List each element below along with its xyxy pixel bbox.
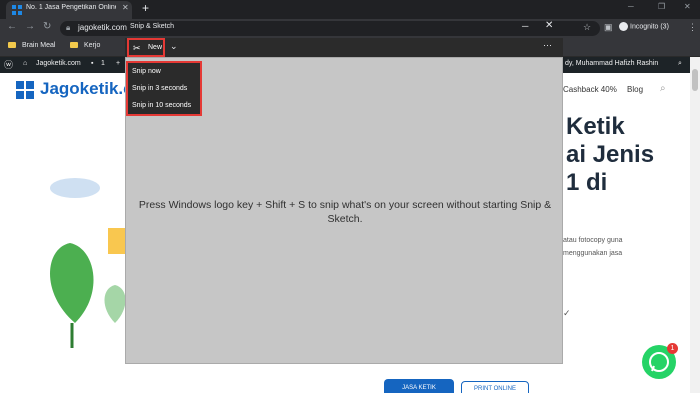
hero-line-1: Ketik [566,113,625,140]
snip-dropdown-menu: Snip now Snip in 3 seconds Snip in 10 se… [126,61,202,116]
comment-icon: ▪ [91,60,94,67]
bookmark-folder-icon [8,42,19,49]
tab-title: No. 1 Jasa Pengetikan Online M... [26,4,116,11]
incognito-icon [619,22,628,31]
side-panel-icon[interactable]: ▣ [604,22,613,33]
wp-site-name[interactable]: Jagoketik.com [36,60,81,67]
hero-subtext-1: atau fotocopy guna [563,237,623,244]
bookmark-star-icon[interactable]: ☆ [583,22,591,33]
browser-tab[interactable]: No. 1 Jasa Pengetikan Online M... ✕ [6,1,132,19]
reload-icon[interactable]: ↻ [43,21,51,32]
scrollbar-thumb[interactable] [692,69,698,91]
hero-subtext-2: menggunakan jasa [563,250,623,257]
incognito-label: Incognito (3) [630,23,669,31]
url-text: jagoketik.com [78,23,127,32]
incognito-indicator[interactable]: Incognito (3) [619,22,669,31]
wp-new-icon[interactable]: + [116,60,120,67]
snip-minimize-icon[interactable]: ─ [522,21,528,31]
lock-icon: 🔒︎ [66,23,71,32]
window-minimize-icon[interactable]: ─ [628,2,634,11]
back-arrow-icon[interactable]: ← [7,21,17,32]
snip-window-title: Snip & Sketch [130,23,174,30]
chevron-down-icon[interactable]: ⌄ [170,41,178,52]
hero-line-3: 1 di [566,169,608,196]
snip-close-icon[interactable]: ✕ [545,20,553,31]
snip-toolbar: ✂ New ⌄ ⋯ [125,38,563,57]
menu-cashback[interactable]: Cashback 40% [563,85,617,94]
snip-hint-text: Press Windows logo key + Shift + S to sn… [138,199,552,225]
tab-close-icon[interactable]: ✕ [122,3,129,12]
site-search-icon[interactable]: ⌕ [660,83,666,94]
new-tab-button[interactable]: + [142,1,149,15]
jasa-ketik-button[interactable]: JASA KETIK [384,379,454,393]
snip-new-button[interactable]: ✂ New [127,38,165,57]
snip-new-label: New [148,44,163,51]
print-online-button[interactable]: PRINT ONLINE [461,381,529,393]
wp-greeting[interactable]: dy, Muhammad Hafizh Rashin [565,60,658,67]
browser-tab-strip: No. 1 Jasa Pengetikan Online M... ✕ + ─ … [0,0,700,19]
hero-line-2: ai Jenis [566,141,655,168]
snip-now-option[interactable]: Snip now [132,68,161,75]
forward-arrow-icon[interactable]: → [25,21,35,32]
menu-blog[interactable]: Blog [627,85,643,94]
site-favicon-icon [12,5,22,15]
bookmark-kerjo[interactable]: Kerjo [84,42,100,49]
bookmark-brain-meal[interactable]: Brain Meal [22,42,55,49]
window-restore-icon[interactable]: ❐ [658,2,665,11]
more-options-icon[interactable]: ⋯ [543,40,552,51]
page-scrollbar[interactable] [690,57,700,393]
snip-scissors-icon: ✂ [133,43,141,53]
comments-count[interactable]: 1 [101,60,105,67]
wp-home-icon: ⌂ [23,60,28,67]
wp-search-icon[interactable]: ⌕ [678,60,682,68]
wordpress-logo-icon[interactable]: ⓦ [4,58,13,71]
jagoketik-logo-icon [16,81,34,99]
browser-toolbar: ← → ↻ 🔒︎ jagoketik.com ☆ ▣ Incognito (3)… [0,19,700,38]
plant-illustration-icon [50,178,128,348]
bookmark-folder-icon [70,42,81,49]
check-icon: ✓ [563,308,571,318]
snip-10-seconds-option[interactable]: Snip in 10 seconds [132,102,191,109]
whatsapp-badge: 1 [667,343,678,354]
snip-3-seconds-option[interactable]: Snip in 3 seconds [132,85,187,92]
browser-menu-icon[interactable]: ⋮ [688,22,697,33]
window-close-icon[interactable]: ✕ [684,2,691,11]
